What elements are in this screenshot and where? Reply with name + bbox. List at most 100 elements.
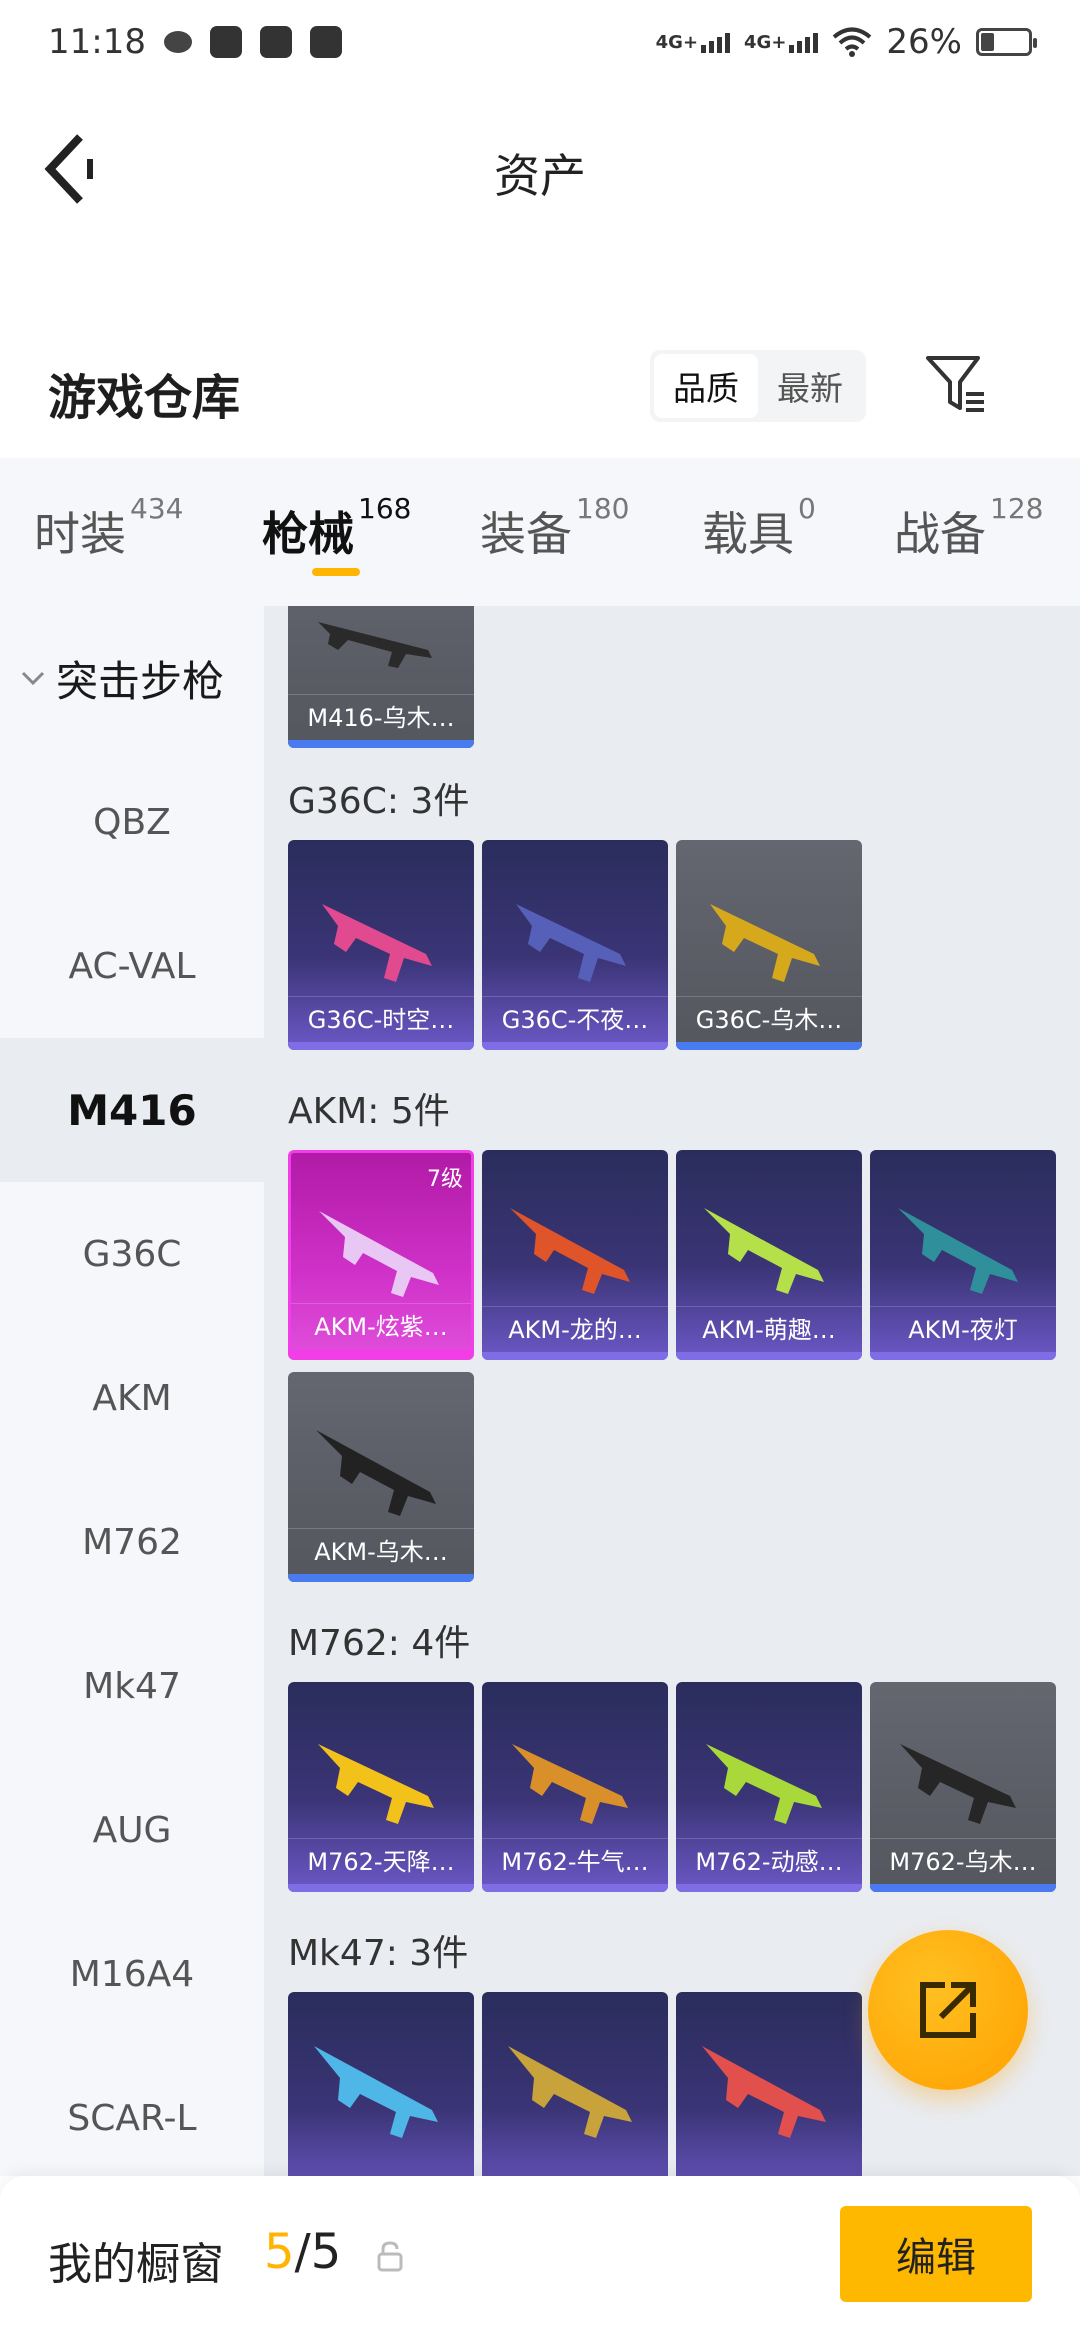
sort-by-newest[interactable]: 最新 — [758, 354, 862, 418]
sort-by-quality[interactable]: 品质 — [654, 354, 758, 418]
video-play-notification-icon — [259, 26, 292, 58]
weapon-card-akm-1[interactable]: 7级 AKM-炫紫… — [288, 1150, 474, 1360]
weapon-card-g36c-1[interactable]: G36C-时空… — [288, 840, 474, 1050]
weapon-card-mk47-2[interactable] — [482, 1992, 668, 2176]
active-tab-indicator — [312, 568, 360, 576]
category-tabs: 时装 434 枪械 168 装备 180 载具 0 战备 128 — [0, 458, 1080, 606]
weapon-card-g36c-2[interactable]: G36C-不夜… — [482, 840, 668, 1050]
rifle-icon — [318, 622, 432, 668]
rifle-icon — [512, 1744, 628, 1824]
quality-bar — [291, 1349, 471, 1357]
sort-toggle: 品质 最新 — [650, 350, 866, 422]
chevron-down-icon — [21, 671, 45, 686]
weapon-card-m416-ebony[interactable]: M416-乌木… — [288, 606, 474, 748]
weapon-card-mk47-3[interactable] — [676, 1992, 862, 2176]
card-caption: AKM-萌趣… — [676, 1306, 862, 1352]
weapon-card-m762-1[interactable]: M762-天降… — [288, 1682, 474, 1892]
quality-bar — [676, 1884, 862, 1892]
rifle-icon — [314, 2046, 438, 2138]
quality-bar — [288, 1574, 474, 1582]
weapon-card-mk47-1[interactable] — [288, 1992, 474, 2176]
weapon-card-m762-4[interactable]: M762-乌木… — [870, 1682, 1056, 1892]
quality-bar — [870, 1352, 1056, 1360]
weapon-card-g36c-3[interactable]: G36C-乌木… — [676, 840, 862, 1050]
sidebar-item-mk47[interactable]: Mk47 — [0, 1614, 264, 1758]
card-caption: AKM-炫紫… — [291, 1303, 471, 1349]
tab-supplies[interactable]: 战备 128 — [894, 492, 1043, 564]
rifle-icon — [318, 1744, 434, 1824]
quality-bar — [482, 1884, 668, 1892]
rifle-icon — [900, 1744, 1016, 1824]
weapon-card-akm-5[interactable]: AKM-乌木… — [288, 1372, 474, 1582]
sidebar-item-m16a4[interactable]: M16A4 — [0, 1902, 264, 2046]
sidebar-item-m762[interactable]: M762 — [0, 1470, 264, 1614]
weapon-card-m762-2[interactable]: M762-牛气… — [482, 1682, 668, 1892]
card-caption: M762-动感… — [676, 1838, 862, 1884]
quality-bar — [288, 1042, 474, 1050]
card-caption: M762-牛气… — [482, 1838, 668, 1884]
quality-bar — [870, 1884, 1056, 1892]
section-title: 游戏仓库 — [48, 370, 241, 426]
group-label-g36c: G36C: 3件 — [288, 781, 470, 822]
battery-percent: 26% — [886, 22, 962, 62]
sidebar-item-akm[interactable]: AKM — [0, 1326, 264, 1470]
card-level-badge: 7级 — [427, 1167, 463, 1192]
card-caption: G36C-时空… — [288, 996, 474, 1042]
sidebar-item-aug[interactable]: AUG — [0, 1758, 264, 1902]
weapon-card-akm-2[interactable]: AKM-龙的… — [482, 1150, 668, 1360]
rifle-icon — [508, 2046, 632, 2138]
weapon-card-akm-4[interactable]: AKM-夜灯 — [870, 1150, 1056, 1360]
filter-icon[interactable] — [924, 352, 988, 416]
group-label-m762: M762: 4件 — [288, 1623, 471, 1664]
weibo-notification-icon — [209, 26, 242, 58]
card-caption: G36C-乌木… — [676, 996, 862, 1042]
weapon-type-sidebar: 突击步枪 QBZ AC-VAL M416 G36C AKM M762 Mk47 … — [0, 606, 264, 2176]
status-bar: 11:18 4G+ 4G+ 26% — [0, 0, 1080, 84]
sidebar-item-m416[interactable]: M416 — [0, 1038, 264, 1182]
rifle-icon — [319, 1211, 439, 1297]
sidebar-item-scar-l[interactable]: SCAR-L — [0, 2046, 264, 2190]
sidebar-group-assault-rifles[interactable]: 突击步枪 — [0, 606, 264, 750]
quality-bar — [676, 1042, 862, 1050]
weapon-card-akm-3[interactable]: AKM-萌趣… — [676, 1150, 862, 1360]
network-signal-1: 4G+ — [656, 31, 731, 53]
card-caption: G36C-不夜… — [482, 996, 668, 1042]
share-fab-button[interactable] — [868, 1930, 1028, 2090]
quality-bar — [288, 1884, 474, 1892]
lock-icon — [377, 2241, 403, 2272]
app-notification-icon — [163, 31, 192, 53]
rifle-icon — [510, 1208, 630, 1294]
rifle-icon — [516, 904, 626, 982]
rifle-icon — [702, 2046, 826, 2138]
tab-fashion[interactable]: 时装 434 — [34, 492, 183, 564]
rifle-icon — [316, 1430, 436, 1516]
sidebar-item-qbz[interactable]: QBZ — [0, 750, 264, 894]
taobao-notification-icon — [309, 26, 342, 58]
rifle-icon — [710, 904, 820, 982]
tab-firearms[interactable]: 枪械 168 — [262, 492, 411, 564]
rifle-icon — [704, 1208, 824, 1294]
battery-icon — [976, 28, 1037, 56]
sidebar-group-label: 突击步枪 — [56, 656, 225, 706]
share-out-icon — [920, 1982, 976, 2038]
wifi-icon — [833, 27, 872, 57]
rifle-icon — [706, 1744, 822, 1824]
app-header: 资产 — [0, 84, 1080, 254]
quality-bar — [676, 1352, 862, 1360]
card-caption: M762-天降… — [288, 1838, 474, 1884]
card-caption: AKM-龙的… — [482, 1306, 668, 1352]
card-caption: M416-乌木… — [288, 694, 474, 740]
sidebar-item-ac-val[interactable]: AC-VAL — [0, 894, 264, 1038]
rifle-icon — [322, 904, 432, 982]
tab-equipment[interactable]: 装备 180 — [480, 492, 629, 564]
card-caption: AKM-乌木… — [288, 1528, 474, 1574]
tab-vehicles[interactable]: 载具 0 — [702, 492, 816, 564]
showcase-label: 我的橱窗 — [48, 2239, 224, 2290]
sidebar-item-g36c[interactable]: G36C — [0, 1182, 264, 1326]
group-label-akm: AKM: 5件 — [288, 1091, 450, 1132]
weapon-card-m762-3[interactable]: M762-动感… — [676, 1682, 862, 1892]
rifle-icon — [898, 1208, 1018, 1294]
network-signal-2: 4G+ — [744, 31, 819, 53]
edit-button[interactable]: 编辑 — [840, 2206, 1032, 2302]
quality-bar — [482, 1352, 668, 1360]
